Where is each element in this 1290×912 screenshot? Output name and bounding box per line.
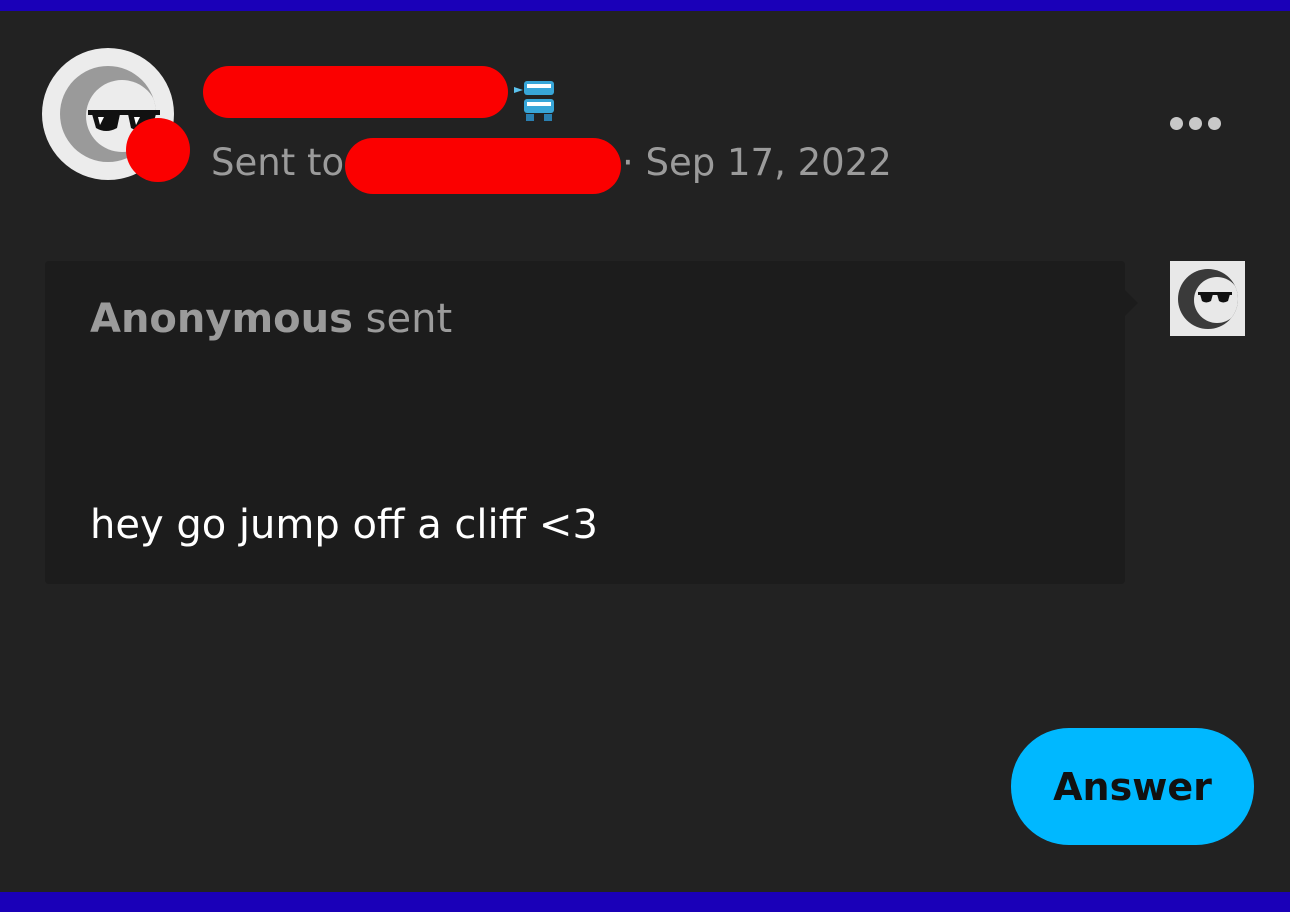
more-options-button[interactable] — [1160, 103, 1230, 143]
redacted-secondary-avatar — [126, 118, 190, 182]
answer-button[interactable]: Answer — [1011, 728, 1254, 845]
chattering-teeth-icon — [514, 81, 554, 121]
more-horizontal-icon — [1169, 116, 1183, 130]
redacted-blog-name[interactable] — [203, 66, 508, 118]
anonymous-avatar — [1170, 261, 1245, 336]
post-date: · Sep 17, 2022 — [622, 141, 892, 184]
anonymous-sunglasses-icon — [1198, 292, 1232, 303]
redacted-recipient-name[interactable] — [345, 138, 621, 194]
ask-bubble-tail — [1124, 289, 1138, 317]
sent-to-label: Sent to — [211, 141, 345, 184]
ask-sender-line: Anonymous sent — [90, 291, 452, 347]
ask-sent-verb: sent — [365, 296, 453, 342]
ask-post-card: Sent to · Sep 17, 2022 Anonymous sent he… — [0, 11, 1290, 892]
ask-message-text: hey go jump off a cliff <3 — [90, 502, 598, 548]
ask-sender-name: Anonymous — [90, 296, 353, 342]
